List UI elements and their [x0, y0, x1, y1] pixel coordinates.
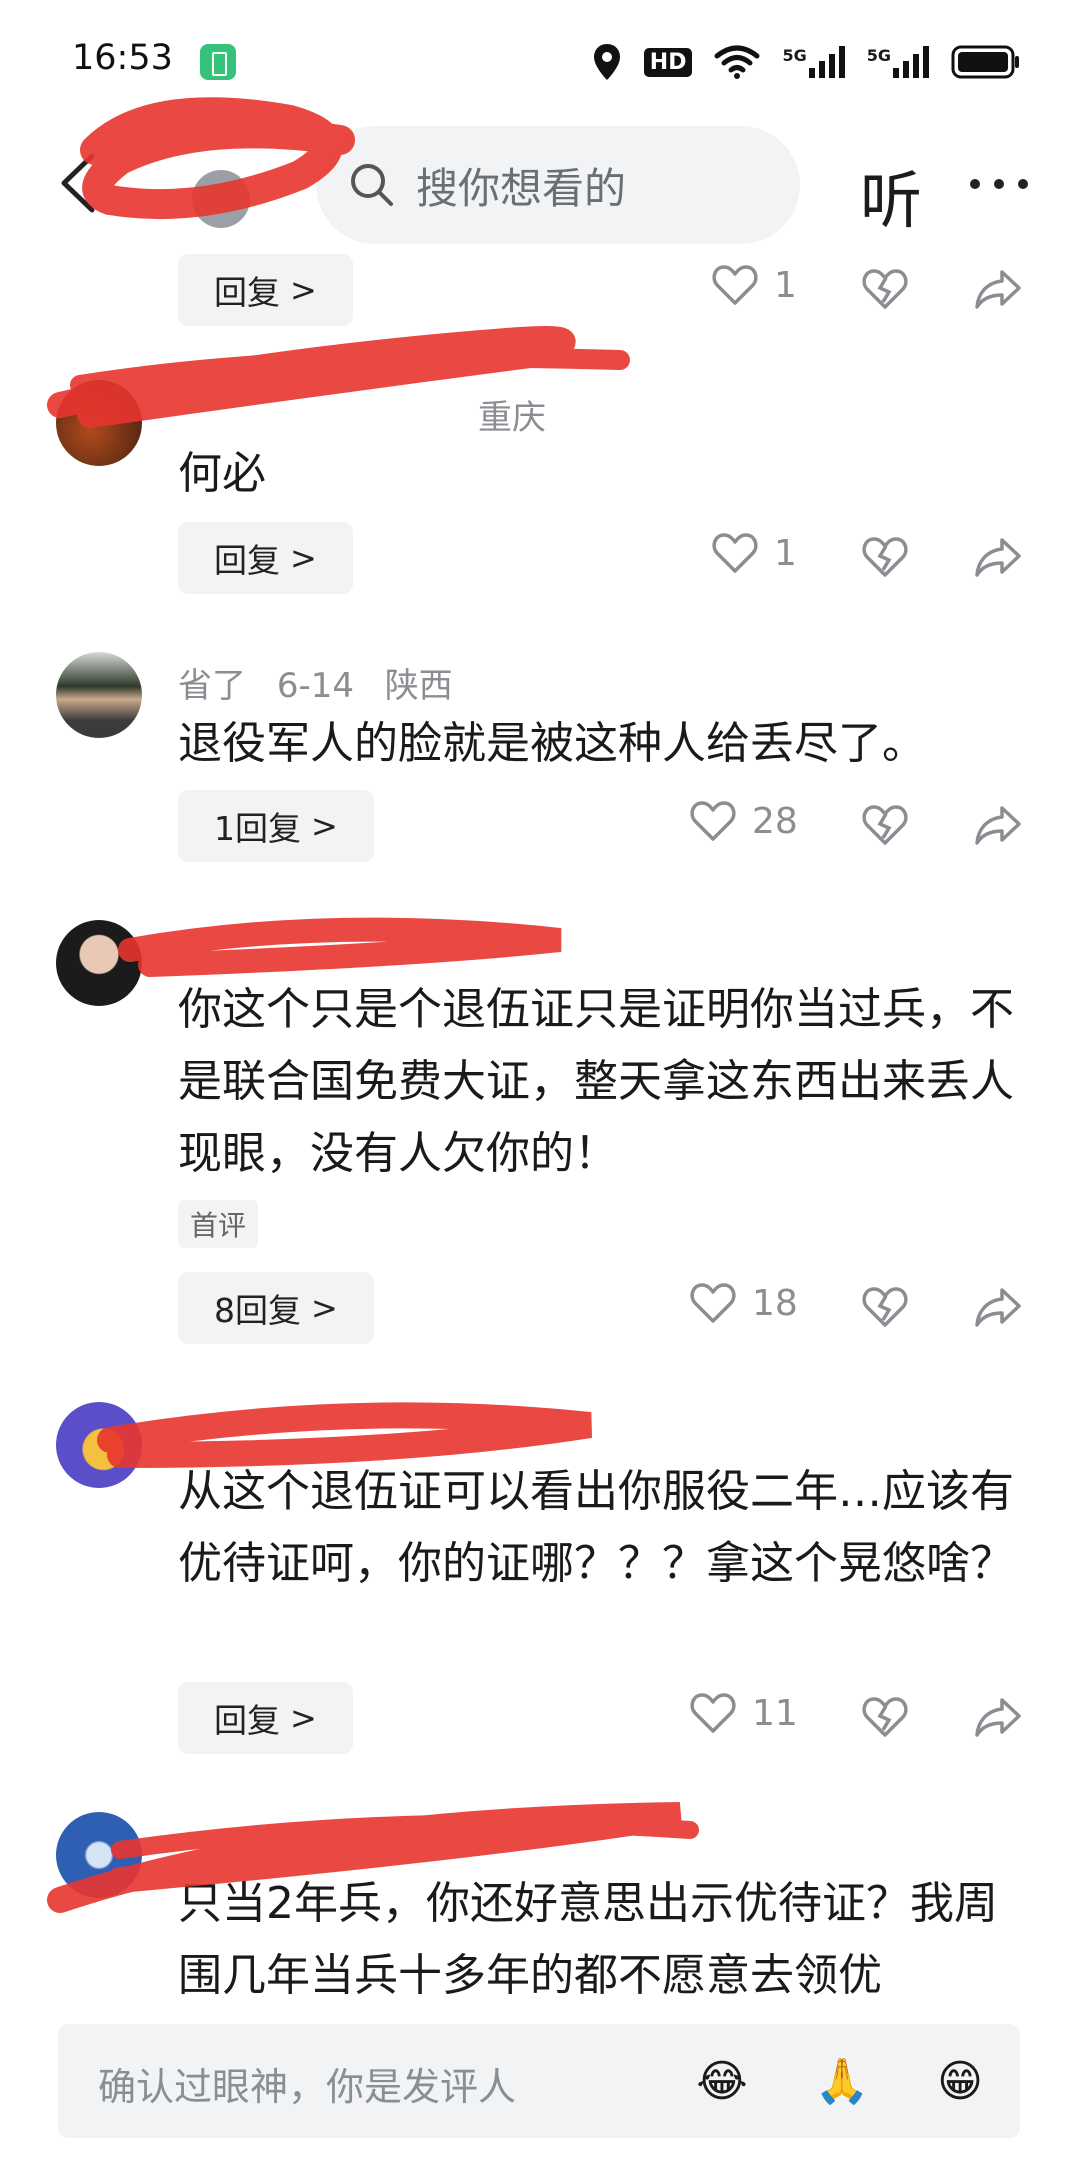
dislike-heart-icon[interactable]: [862, 804, 908, 846]
user-avatar[interactable]: [56, 652, 142, 738]
comment-date: 6-14: [276, 666, 354, 706]
network-type-label: 5G: [782, 46, 807, 65]
search-input[interactable]: 搜你想看的: [316, 126, 800, 244]
reply-button[interactable]: 回复 >: [178, 254, 353, 326]
heart-icon: [690, 1283, 736, 1323]
dislike-heart-icon[interactable]: [862, 536, 908, 578]
dislike-heart-icon[interactable]: [862, 268, 908, 310]
like-count: 1: [774, 532, 797, 574]
back-arrow-icon[interactable]: [48, 148, 118, 218]
like-button[interactable]: 11: [690, 1692, 798, 1734]
comment-text: 何必: [178, 448, 266, 499]
comment-region: 陕西: [384, 666, 453, 706]
user-avatar[interactable]: [56, 920, 142, 1006]
reply-label: 8回复: [214, 1291, 301, 1330]
chevron-right-icon: >: [311, 807, 338, 845]
location-icon: [593, 44, 620, 80]
listen-button[interactable]: 听: [860, 150, 922, 240]
like-button[interactable]: 28: [690, 800, 798, 842]
comment-text: 退役军人的脸就是被这种人给丢尽了。: [178, 718, 926, 769]
search-icon: [351, 164, 393, 206]
cellular-signal-1: 5G: [782, 46, 845, 78]
battery-saver-icon: [200, 44, 236, 80]
reply-label: 回复: [214, 1701, 280, 1740]
reply-label: 回复: [214, 273, 280, 312]
chevron-right-icon: >: [311, 1289, 338, 1327]
user-avatar[interactable]: [56, 380, 142, 466]
reply-button[interactable]: 1回复 >: [178, 790, 374, 862]
cellular-signal-2: 5G: [867, 46, 929, 78]
grin-emoji-button[interactable]: 😁: [928, 2050, 992, 2114]
dislike-heart-icon[interactable]: [862, 1286, 908, 1328]
reply-button[interactable]: 回复 >: [178, 1682, 353, 1754]
search-placeholder: 搜你想看的: [416, 163, 627, 213]
redaction-stroke: [70, 347, 630, 395]
like-button[interactable]: 1: [712, 264, 797, 306]
redaction-stroke: [111, 1814, 699, 1859]
author-avatar[interactable]: [192, 170, 250, 228]
redaction-stroke: [118, 917, 562, 977]
comment-input-placeholder: 确认过眼神，你是发评人: [98, 2065, 517, 2109]
comment-text: 你这个只是个退伍证只是证明你当过兵，不是联合国免费大证，整天拿这东西出来丢人现眼…: [178, 984, 1014, 1179]
user-avatar[interactable]: [56, 1402, 142, 1488]
redaction-stroke: [97, 1402, 593, 1468]
reply-label: 回复: [214, 541, 280, 580]
comment-region: 重庆: [478, 398, 546, 438]
network-type-label: 5G: [866, 46, 891, 65]
pray-emoji-button[interactable]: 🙏: [810, 2050, 874, 2114]
like-count: 28: [752, 800, 798, 842]
reply-button[interactable]: 回复 >: [178, 522, 353, 594]
heart-icon: [712, 265, 758, 305]
comment-text: 从这个退伍证可以看出你服役二年…应该有优待证呵，你的证哪？？？拿这个晃悠啥？: [178, 1466, 1014, 1589]
user-avatar[interactable]: [56, 1812, 142, 1898]
chevron-right-icon: >: [290, 271, 317, 309]
like-button[interactable]: 18: [690, 1282, 798, 1324]
share-icon[interactable]: [974, 536, 1022, 578]
chevron-right-icon: >: [290, 539, 317, 577]
dislike-heart-icon[interactable]: [862, 1696, 908, 1738]
comment-username: 省了: [178, 666, 246, 706]
wifi-icon: [714, 45, 760, 79]
comment-input-bar[interactable]: 确认过眼神，你是发评人 😂 🙏 😁: [58, 2024, 1020, 2138]
laugh-cry-emoji-button[interactable]: 😂: [690, 2050, 754, 2114]
heart-icon: [712, 533, 758, 573]
battery-icon: [951, 45, 1019, 79]
chevron-right-icon: >: [290, 1699, 317, 1737]
heart-icon: [690, 1693, 736, 1733]
comment-text: 只当2年兵，你还好意思出示优待证？我周围几年当兵十多年的都不愿意去领优: [178, 1878, 998, 2001]
status-time: 16:53: [72, 38, 173, 78]
status-icons: HD 5G 5G: [592, 40, 1021, 84]
signal-bars-icon: [893, 46, 929, 78]
like-button[interactable]: 1: [712, 532, 797, 574]
like-count: 11: [752, 1692, 798, 1734]
first-comment-tag: 首评: [178, 1200, 259, 1248]
share-icon[interactable]: [974, 1286, 1022, 1328]
share-icon[interactable]: [974, 1696, 1022, 1738]
share-icon[interactable]: [974, 804, 1022, 846]
share-icon[interactable]: [974, 268, 1022, 310]
comment-meta: 重庆: [178, 390, 566, 439]
like-count: 1: [774, 264, 797, 306]
comment-meta: 省了 6-14 陕西: [178, 658, 473, 707]
reply-label: 1回复: [214, 809, 301, 848]
reply-button[interactable]: 8回复 >: [178, 1272, 374, 1344]
heart-icon: [690, 801, 736, 841]
hd-icon: HD: [643, 47, 693, 77]
like-count: 18: [752, 1282, 798, 1324]
more-options-icon[interactable]: [967, 164, 1031, 204]
signal-bars-icon: [808, 46, 845, 78]
